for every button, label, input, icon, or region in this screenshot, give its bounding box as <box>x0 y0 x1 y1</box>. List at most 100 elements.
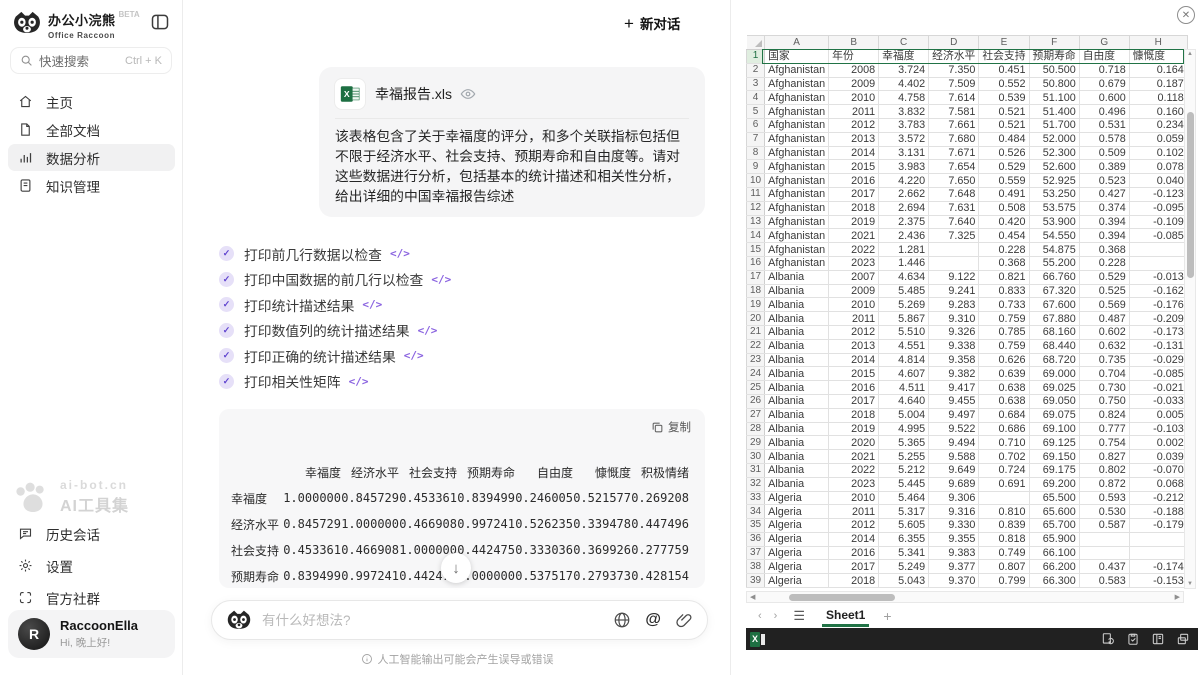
cell[interactable]: 0.750 <box>1079 394 1129 408</box>
cell[interactable]: 55.200 <box>1029 256 1079 270</box>
cell[interactable]: 1.446 <box>879 256 929 270</box>
cell[interactable]: 65.700 <box>1029 519 1079 533</box>
cell[interactable]: Albania <box>765 422 829 436</box>
cell[interactable]: 2014 <box>829 146 879 160</box>
vertical-scrollbar[interactable]: ▲ ▼ <box>1184 49 1196 589</box>
excel-app-icon[interactable]: X <box>750 632 765 647</box>
cell[interactable]: 0.437 <box>1079 560 1129 574</box>
cell[interactable]: 0.454 <box>979 229 1029 243</box>
cell[interactable]: 0.733 <box>979 298 1029 312</box>
cell[interactable]: 0.484 <box>979 132 1029 146</box>
cell[interactable]: 9.649 <box>929 463 979 477</box>
cell[interactable]: 0.710 <box>979 436 1029 450</box>
cell[interactable]: 9.310 <box>929 312 979 326</box>
view-code-icon[interactable]: </> <box>431 273 451 286</box>
cell[interactable]: 7.654 <box>929 160 979 174</box>
cell[interactable]: 67.880 <box>1029 312 1079 326</box>
cell[interactable]: -0.212 <box>1129 491 1187 505</box>
cell[interactable]: Afghanistan <box>765 201 829 215</box>
cell[interactable]: 0.569 <box>1079 298 1129 312</box>
cell[interactable]: 2008 <box>829 63 879 77</box>
row-number[interactable]: 8 <box>747 146 765 160</box>
row-number[interactable]: 39 <box>747 574 765 588</box>
cell[interactable]: 6.355 <box>879 532 929 546</box>
cell[interactable]: Albania <box>765 477 829 491</box>
scroll-to-bottom-button[interactable]: ↓ <box>441 553 471 583</box>
cell[interactable]: 2022 <box>829 463 879 477</box>
cell[interactable]: 0.508 <box>979 201 1029 215</box>
cell[interactable]: 9.494 <box>929 436 979 450</box>
cell[interactable] <box>1129 546 1187 560</box>
cell[interactable]: 7.640 <box>929 215 979 229</box>
cell[interactable]: 2021 <box>829 450 879 464</box>
column-header-D[interactable]: D <box>929 36 979 50</box>
cell[interactable]: 5.255 <box>879 450 929 464</box>
cell[interactable] <box>1129 243 1187 257</box>
cell[interactable]: 3.131 <box>879 146 929 160</box>
column-header-F[interactable]: F <box>1029 36 1079 50</box>
row-number[interactable]: 34 <box>747 505 765 519</box>
row-number[interactable]: 20 <box>747 312 765 326</box>
cell[interactable]: 2023 <box>829 477 879 491</box>
cell[interactable]: 2011 <box>829 105 879 119</box>
cell[interactable]: 66.100 <box>1029 546 1079 560</box>
scroll-right-icon[interactable]: ▶ <box>1175 592 1180 603</box>
cell[interactable]: 9.326 <box>929 325 979 339</box>
cell[interactable]: 0.487 <box>1079 312 1129 326</box>
cell[interactable]: Afghanistan <box>765 91 829 105</box>
cell[interactable]: 2.436 <box>879 229 929 243</box>
cell[interactable]: 68.160 <box>1029 325 1079 339</box>
cell[interactable]: Albania <box>765 298 829 312</box>
sidebar-item-knowledge[interactable]: 知识管理 <box>8 172 175 199</box>
cell[interactable]: 0.679 <box>1079 77 1129 91</box>
cell[interactable]: 50.800 <box>1029 77 1079 91</box>
cell[interactable]: Afghanistan <box>765 63 829 77</box>
row-number[interactable]: 16 <box>747 256 765 270</box>
row-number[interactable]: 1 <box>747 50 765 64</box>
cell[interactable]: 2018 <box>829 574 879 588</box>
cell[interactable]: 2023 <box>829 256 879 270</box>
cell[interactable]: 0.059 <box>1129 132 1187 146</box>
cell[interactable]: 0.810 <box>979 505 1029 519</box>
cell[interactable]: 0.807 <box>979 560 1029 574</box>
cell[interactable]: 50.500 <box>1029 63 1079 77</box>
cell[interactable]: 0.759 <box>979 312 1029 326</box>
row-number[interactable]: 36 <box>747 532 765 546</box>
cell[interactable]: 0.730 <box>1079 381 1129 395</box>
cell[interactable]: 0.068 <box>1129 477 1187 491</box>
row-number[interactable]: 10 <box>747 174 765 188</box>
cell[interactable]: 0.234 <box>1129 118 1187 132</box>
cell[interactable]: 69.075 <box>1029 408 1079 422</box>
cell[interactable]: 5.004 <box>879 408 929 422</box>
cell[interactable]: 0.839 <box>979 519 1029 533</box>
row-number[interactable]: 25 <box>747 381 765 395</box>
cell[interactable]: 66.300 <box>1029 574 1079 588</box>
globe-icon[interactable] <box>613 611 631 629</box>
row-number[interactable]: 15 <box>747 243 765 257</box>
cell[interactable]: 0.509 <box>1079 146 1129 160</box>
cell[interactable] <box>979 491 1029 505</box>
cell[interactable]: 7.680 <box>929 132 979 146</box>
cell[interactable]: 3.983 <box>879 160 929 174</box>
cell[interactable]: 9.370 <box>929 574 979 588</box>
cell[interactable]: 2016 <box>829 381 879 395</box>
cell[interactable]: 0.491 <box>979 187 1029 201</box>
cell[interactable]: Albania <box>765 436 829 450</box>
cell[interactable]: 0.802 <box>1079 463 1129 477</box>
cell[interactable]: -0.029 <box>1129 353 1187 367</box>
cell[interactable]: Afghanistan <box>765 105 829 119</box>
cell[interactable]: 0.686 <box>979 422 1029 436</box>
cell[interactable]: 69.025 <box>1029 381 1079 395</box>
clipboard-check-icon[interactable] <box>1126 632 1140 646</box>
cell[interactable]: 0.559 <box>979 174 1029 188</box>
cell[interactable]: 2020 <box>829 436 879 450</box>
cell[interactable]: 7.650 <box>929 174 979 188</box>
cell[interactable]: 2010 <box>829 298 879 312</box>
sidebar-collapse-icon[interactable] <box>150 12 170 32</box>
cell[interactable]: Algeria <box>765 546 829 560</box>
row-number[interactable]: 38 <box>747 560 765 574</box>
cell[interactable]: 2017 <box>829 394 879 408</box>
cell[interactable]: -0.109 <box>1129 215 1187 229</box>
cell[interactable]: 4.995 <box>879 422 929 436</box>
cell[interactable]: 0.718 <box>1079 63 1129 77</box>
